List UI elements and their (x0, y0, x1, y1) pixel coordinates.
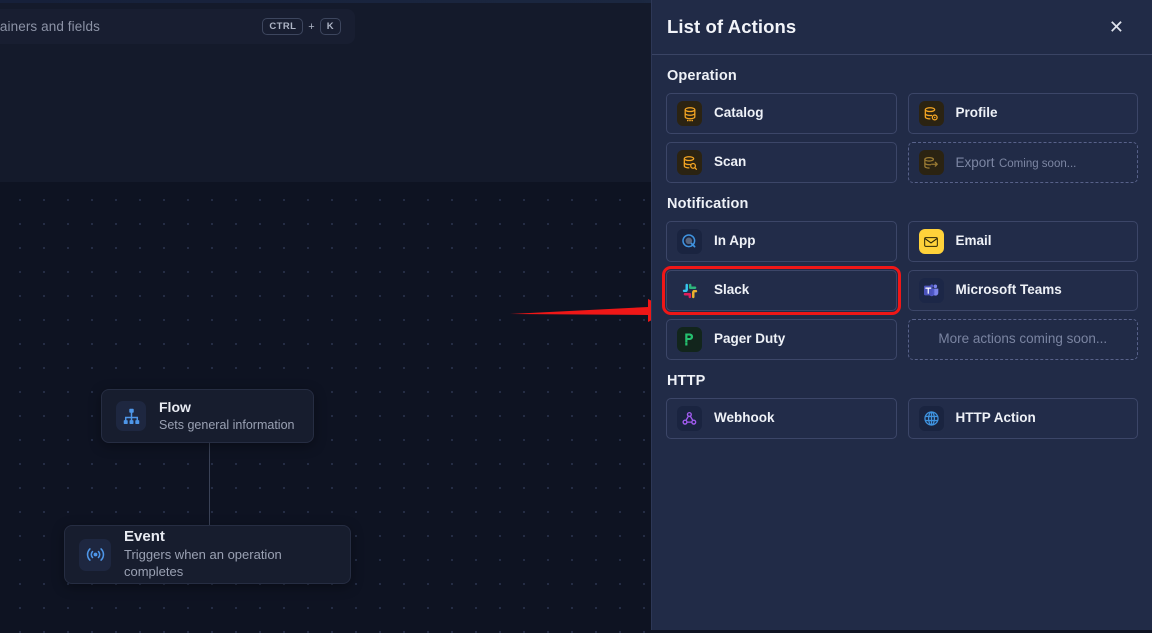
database-search-icon (677, 150, 702, 175)
event-node-title: Event (124, 527, 165, 545)
more-actions-placeholder: More actions coming soon... (907, 319, 1138, 360)
action-card-pager-duty[interactable]: Pager Duty (666, 319, 897, 360)
action-card-catalog[interactable]: Catalog (666, 93, 897, 134)
slack-icon (677, 278, 702, 303)
action-card-webhook[interactable]: Webhook (666, 398, 897, 439)
search-shortcut-hint: CTRL + K (262, 17, 341, 36)
operation-grid: Catalog Profile Scan Export Coming soon.… (666, 93, 1138, 183)
action-card-profile[interactable]: Profile (907, 93, 1138, 134)
action-label-webhook: Webhook (714, 410, 775, 426)
search-input[interactable]: containers and fields CTRL + K (0, 9, 355, 44)
search-placeholder: containers and fields (0, 19, 100, 34)
more-actions-label: More actions coming soon... (938, 331, 1108, 347)
envelope-icon (918, 229, 944, 254)
page-title: List of Actions (667, 16, 797, 37)
database-export-icon (918, 150, 944, 175)
action-card-export-text: Export Coming soon... (956, 154, 1077, 172)
broadcast-icon (79, 538, 111, 571)
flow-node-text: Flow Sets general information (159, 399, 295, 434)
close-icon[interactable]: ✕ (1103, 14, 1130, 40)
action-card-http-action[interactable]: HTTP Action (907, 398, 1138, 439)
action-label-slack: Slack (714, 282, 750, 298)
action-label-in-app: In App (714, 233, 756, 249)
action-card-scan[interactable]: Scan (666, 142, 897, 183)
panel-body: Operation Catalog Profile Scan Export Co… (652, 55, 1152, 439)
action-card-export: Export Coming soon... (907, 142, 1138, 183)
pagerduty-icon (677, 327, 702, 352)
database-icon (677, 101, 702, 126)
event-node-text: Event Triggers when an operation complet… (124, 528, 336, 582)
panel-header: List of Actions ✕ (652, 0, 1152, 54)
action-card-microsoft-teams[interactable]: Microsoft Teams (907, 270, 1138, 311)
flow-node-title: Flow (159, 398, 191, 415)
globe-icon (918, 406, 944, 431)
action-label-scan: Scan (714, 154, 747, 170)
action-label-http-action: HTTP Action (955, 410, 1036, 426)
action-label-microsoft-teams: Microsoft Teams (955, 282, 1062, 298)
sitemap-icon (116, 401, 146, 431)
section-title-notification: Notification (667, 196, 749, 212)
app-root: containers and fields CTRL + K F (0, 0, 1152, 633)
actions-panel: List of Actions ✕ Operation Catalog Prof… (651, 0, 1152, 630)
shortcut-key-ctrl: CTRL (262, 17, 304, 36)
action-card-slack[interactable]: Slack (662, 266, 901, 315)
section-http: HTTP Webhook HTTP Action (666, 373, 1138, 439)
database-gear-icon (918, 101, 944, 126)
notification-grid: In App Email Slack Microsoft Teams Pager… (662, 221, 1138, 360)
action-label-export: Export (955, 154, 995, 170)
flow-node-subtitle: Sets general information (159, 418, 295, 433)
shortcut-key-k: K (319, 17, 341, 36)
action-label-pager-duty: Pager Duty (714, 331, 786, 347)
in-app-icon (677, 229, 702, 254)
action-sub-export: Coming soon... (998, 157, 1077, 170)
webhook-icon (677, 406, 702, 431)
shortcut-plus: + (308, 20, 315, 33)
section-title-http: HTTP (667, 373, 706, 389)
event-node-subtitle: Triggers when an operation completes (124, 547, 282, 580)
microsoft-teams-icon (918, 278, 944, 303)
flow-node[interactable]: Flow Sets general information (101, 389, 314, 443)
event-node[interactable]: Event Triggers when an operation complet… (64, 525, 351, 584)
action-card-email[interactable]: Email (907, 221, 1138, 262)
action-card-in-app[interactable]: In App (666, 221, 897, 262)
flow-canvas[interactable]: containers and fields CTRL + K F (0, 3, 671, 633)
action-label-catalog: Catalog (714, 105, 764, 121)
action-label-email: Email (955, 233, 992, 249)
http-grid: Webhook HTTP Action (666, 398, 1138, 439)
section-operation: Operation Catalog Profile Scan Export Co… (666, 68, 1138, 183)
action-label-profile: Profile (955, 105, 998, 121)
section-notification: Notification In App Email Slack Microsof… (662, 196, 1138, 360)
section-title-operation: Operation (667, 68, 737, 84)
